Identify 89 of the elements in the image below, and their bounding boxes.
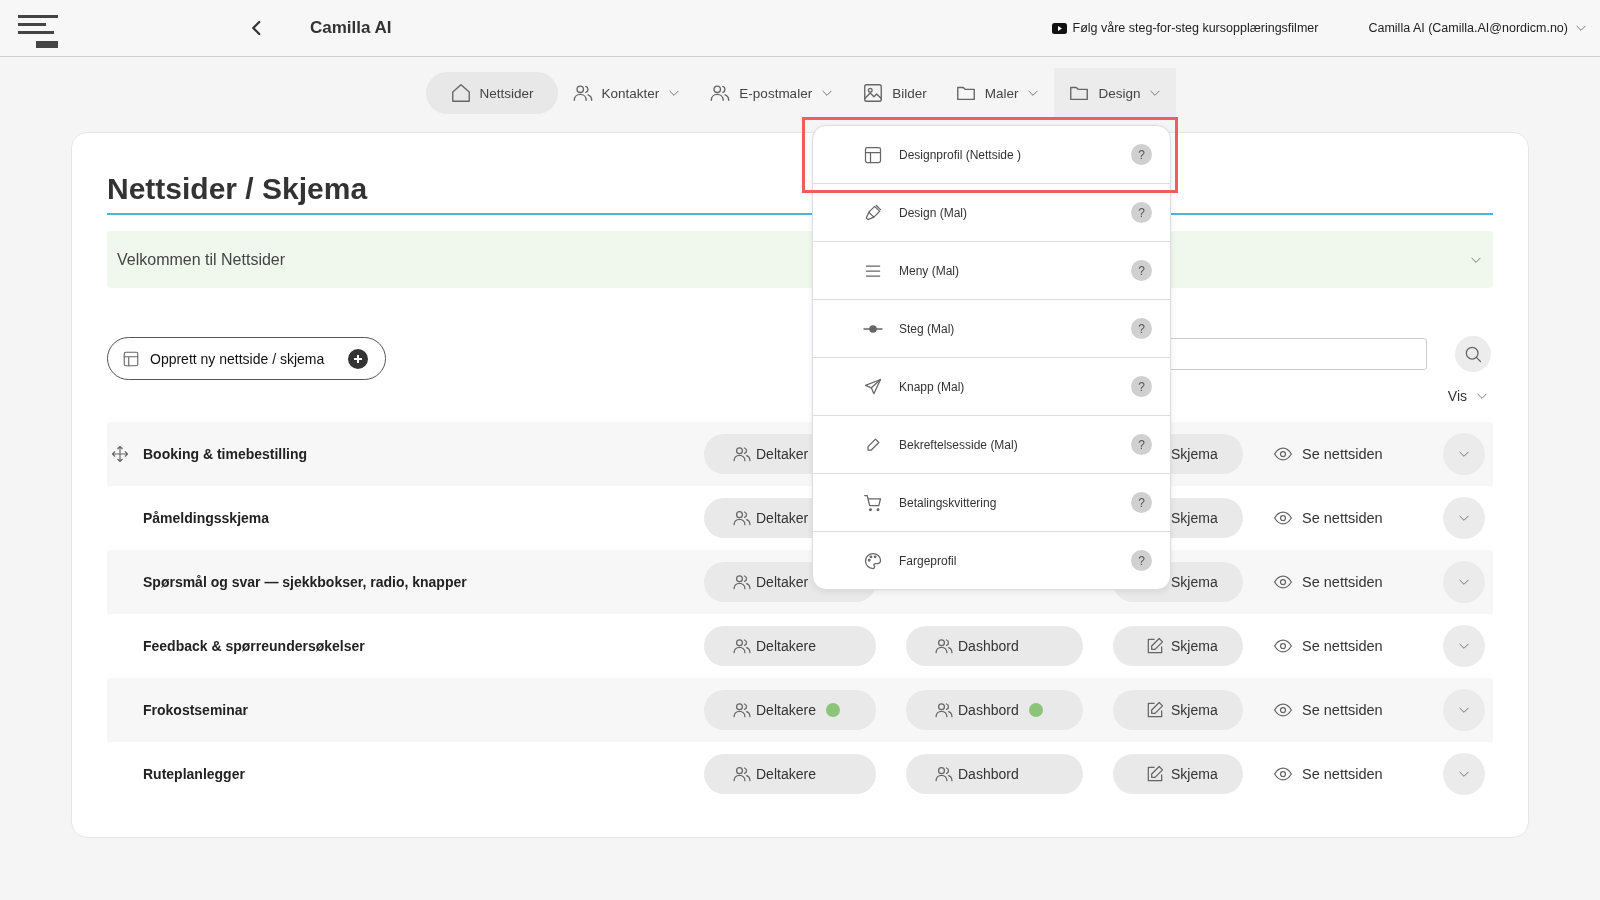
- menu-item[interactable]: Betalingskvittering ?: [813, 474, 1170, 532]
- row-title: Frokostseminar: [143, 702, 249, 718]
- view-site-link[interactable]: Se nettsiden: [1273, 572, 1413, 592]
- people-icon: [732, 444, 752, 464]
- layout-icon: [863, 144, 883, 165]
- row-title: Påmeldingsskjema: [143, 510, 270, 526]
- row-title: Ruteplanlegger: [143, 766, 245, 782]
- step-icon: [863, 324, 883, 333]
- menu-item[interactable]: Steg (Mal) ?: [813, 300, 1170, 358]
- nav-tab[interactable]: Nettsider: [425, 72, 558, 114]
- row-title: Spørsmål og svar — sjekkbokser, radio, knapper: [143, 574, 467, 590]
- app-title: Camilla AI: [310, 18, 392, 38]
- people-icon: [934, 700, 954, 720]
- expand-button[interactable]: [1443, 561, 1485, 603]
- help-badge[interactable]: ?: [1131, 492, 1152, 513]
- help-badge[interactable]: ?: [1131, 318, 1152, 339]
- edit-icon: [1145, 700, 1165, 720]
- people-icon: [732, 636, 752, 656]
- tutorial-link[interactable]: Følg våre steg-for-steg kursopplæringsfilmer: [1072, 21, 1319, 35]
- search-icon: [1463, 344, 1483, 364]
- search-button[interactable]: [1455, 336, 1491, 372]
- view-site-link[interactable]: Se nettsiden: [1273, 636, 1413, 656]
- form-button[interactable]: Skjema: [1113, 690, 1243, 730]
- expand-button[interactable]: [1443, 753, 1485, 795]
- nav-tab[interactable]: Maler: [940, 72, 1055, 114]
- palette-icon: [863, 550, 883, 571]
- image-icon: [862, 82, 885, 104]
- send-icon: [863, 376, 883, 397]
- menu-item-label: Knapp (Mal): [899, 379, 966, 394]
- form-button[interactable]: Skjema: [1113, 626, 1243, 666]
- people-icon: [732, 572, 752, 592]
- expand-button[interactable]: [1443, 497, 1485, 539]
- nav-tab[interactable]: Kontakter: [557, 72, 696, 114]
- dashboard-button[interactable]: Dashbord: [906, 754, 1083, 794]
- brush-icon: [863, 202, 883, 223]
- menu-item[interactable]: Design (Mal) ?: [813, 184, 1170, 242]
- people-icon: [934, 636, 954, 656]
- row-title: Feedback & spørreundersøkelser: [143, 638, 365, 654]
- participants-button[interactable]: Deltakere: [704, 626, 876, 666]
- cart-icon: [863, 492, 883, 513]
- edit-icon: [1145, 636, 1165, 656]
- participants-button[interactable]: Deltakere: [704, 754, 876, 794]
- view-site-link[interactable]: Se nettsiden: [1273, 508, 1413, 528]
- help-badge[interactable]: ?: [1131, 260, 1152, 281]
- people-icon: [934, 764, 954, 784]
- edit-icon: [1145, 764, 1165, 784]
- nav-tab[interactable]: Design: [1054, 68, 1177, 118]
- expand-button[interactable]: [1443, 689, 1485, 731]
- help-badge[interactable]: ?: [1131, 376, 1152, 397]
- menu-item-label: Bekreftelsesside (Mal): [899, 437, 1019, 452]
- expand-button[interactable]: [1443, 433, 1485, 475]
- menu-item[interactable]: Knapp (Mal) ?: [813, 358, 1170, 416]
- people-icon: [732, 508, 752, 528]
- banner-text: Velkommen til Nettsider: [117, 250, 286, 269]
- dashboard-button[interactable]: Dashbord: [906, 690, 1083, 730]
- view-dropdown[interactable]: Vis: [1447, 388, 1489, 404]
- view-site-link[interactable]: Se nettsiden: [1273, 444, 1413, 464]
- menu-item[interactable]: Bekreftelsesside (Mal) ?: [813, 416, 1170, 474]
- menu-item[interactable]: Designprofil (Nettside ) ?: [813, 126, 1170, 184]
- view-site-link[interactable]: Se nettsiden: [1273, 700, 1413, 720]
- menu-item-label: Designprofil (Nettside ): [899, 147, 1023, 162]
- nav-tab[interactable]: E-postmaler: [695, 72, 849, 114]
- layout-icon: [122, 349, 140, 368]
- help-badge[interactable]: ?: [1131, 144, 1152, 165]
- people-icon: [709, 82, 732, 104]
- people-icon: [732, 764, 752, 784]
- menu-icon[interactable]: [18, 15, 58, 49]
- menu-item-label: Betalingskvittering: [899, 495, 998, 510]
- help-badge[interactable]: ?: [1131, 434, 1152, 455]
- move-icon[interactable]: [111, 445, 129, 463]
- nav-tab[interactable]: Bilder: [848, 72, 941, 114]
- menu-item-label: Meny (Mal): [899, 263, 960, 278]
- form-button[interactable]: Skjema: [1113, 754, 1243, 794]
- help-badge[interactable]: ?: [1131, 202, 1152, 223]
- user-menu[interactable]: Camilla AI (Camilla.AI@nordicm.no): [1368, 21, 1588, 35]
- video-icon: [1051, 22, 1067, 34]
- home-icon: [449, 82, 472, 104]
- row-title: Booking & timebestilling: [143, 446, 308, 462]
- menu-item-label: Steg (Mal): [899, 321, 956, 336]
- people-icon: [571, 82, 594, 104]
- menu-item[interactable]: Meny (Mal) ?: [813, 242, 1170, 300]
- dashboard-button[interactable]: Dashbord: [906, 626, 1083, 666]
- view-site-link[interactable]: Se nettsiden: [1273, 764, 1413, 784]
- people-icon: [732, 700, 752, 720]
- help-badge[interactable]: ?: [1131, 550, 1152, 571]
- plus-icon: [348, 348, 369, 369]
- participants-button[interactable]: Deltakere: [704, 690, 876, 730]
- menu-item-label: Fargeprofil: [899, 553, 958, 568]
- expand-button[interactable]: [1443, 625, 1485, 667]
